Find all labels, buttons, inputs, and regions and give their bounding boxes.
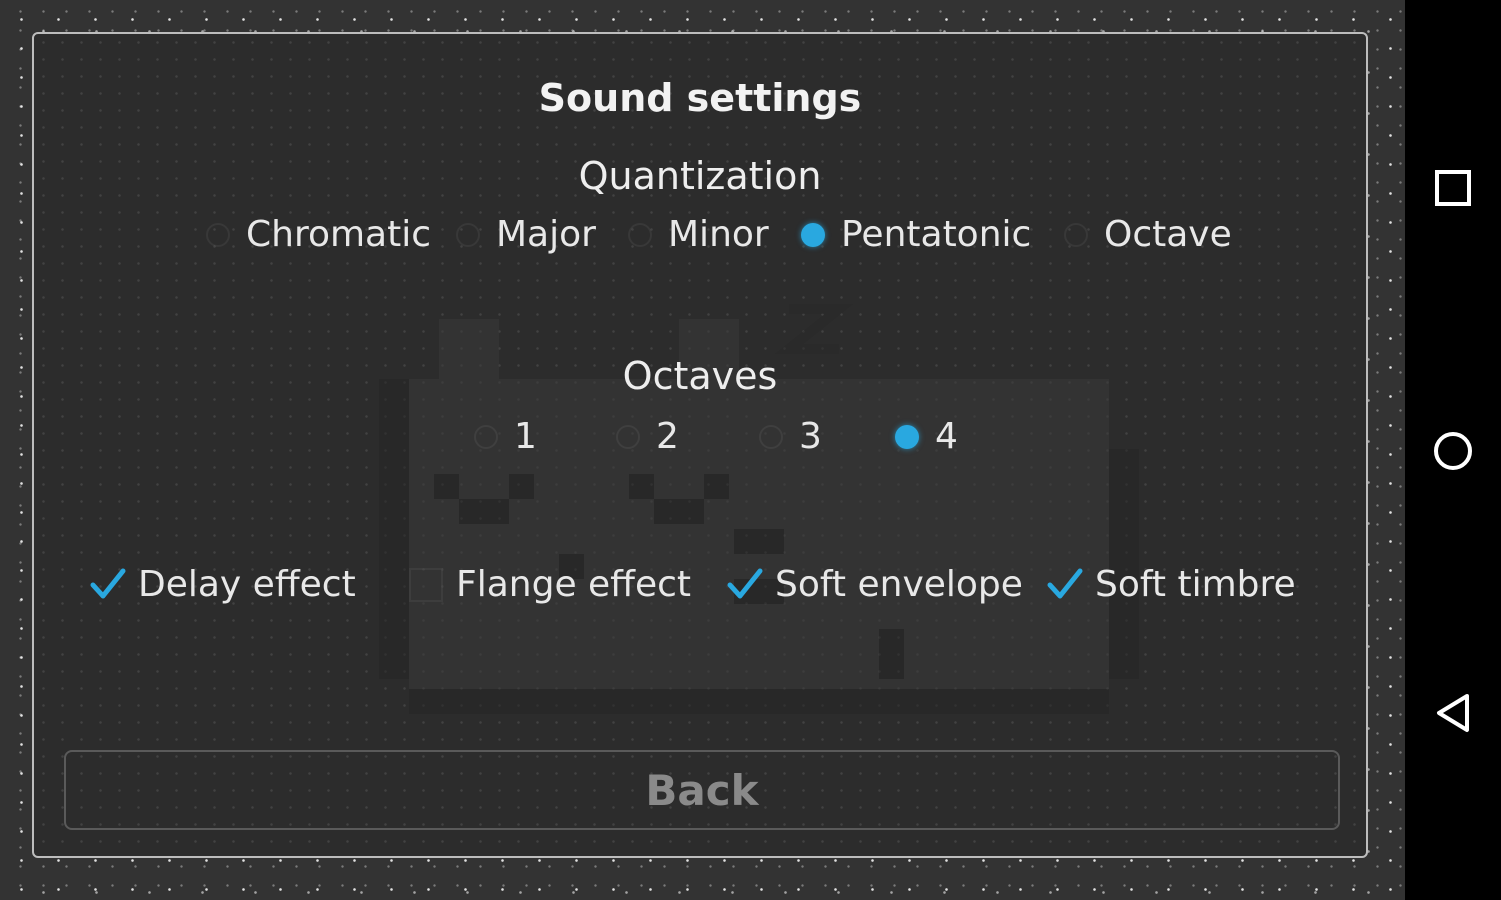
app-background: Sound settings Quantization Chromatic Ma… <box>0 0 1405 900</box>
quantization-label: Quantization <box>578 154 822 198</box>
radio-unchecked-icon <box>616 424 640 449</box>
octaves-option-2[interactable]: 2 <box>616 416 679 457</box>
radio-checked-icon <box>895 424 919 449</box>
checkbox-label: Soft envelope <box>775 564 1023 605</box>
quantization-option-chromatic[interactable]: Chromatic <box>206 214 431 255</box>
quantization-option-major[interactable]: Major <box>456 214 596 255</box>
radio-unchecked-icon <box>206 222 230 247</box>
radio-label: 3 <box>799 416 822 457</box>
radio-label: Chromatic <box>246 214 432 255</box>
checkbox-label: Delay effect <box>138 564 356 605</box>
recent-apps-icon <box>1435 170 1471 206</box>
recent-apps-button[interactable] <box>1433 168 1473 208</box>
sound-settings-dialog: Sound settings Quantization Chromatic Ma… <box>32 32 1368 858</box>
radio-label: 4 <box>935 416 958 457</box>
radio-label: Octave <box>1104 214 1232 255</box>
octaves-option-1[interactable]: 1 <box>474 416 537 457</box>
radio-label: Pentatonic <box>841 214 1032 255</box>
flange-effect-checkbox[interactable]: Flange effect <box>406 564 691 605</box>
soft-envelope-checkbox[interactable]: Soft envelope <box>725 564 1023 605</box>
checkmark-icon <box>90 568 126 598</box>
home-button[interactable] <box>1433 431 1473 471</box>
octaves-option-4[interactable]: 4 <box>895 416 958 457</box>
radio-label: Minor <box>668 214 769 255</box>
radio-checked-icon <box>801 222 825 247</box>
quantization-option-pentatonic[interactable]: Pentatonic <box>801 214 1031 255</box>
system-navigation-bar <box>1405 0 1501 900</box>
quantization-option-octave[interactable]: Octave <box>1064 214 1232 255</box>
radio-unchecked-icon <box>1064 222 1088 247</box>
quantization-option-minor[interactable]: Minor <box>628 214 769 255</box>
radio-unchecked-icon <box>456 222 480 247</box>
unchecked-box-icon <box>409 567 443 602</box>
checkbox-label: Soft timbre <box>1095 564 1296 605</box>
radio-label: 1 <box>514 416 537 457</box>
soft-timbre-checkbox[interactable]: Soft timbre <box>1045 564 1296 605</box>
back-icon <box>1437 694 1469 732</box>
checkbox-label: Flange effect <box>456 564 692 605</box>
checkmark-icon <box>1047 568 1083 598</box>
dialog-title: Sound settings <box>538 76 862 120</box>
checkmark-icon <box>727 568 763 598</box>
radio-label: Major <box>496 214 596 255</box>
octaves-label: Octaves <box>622 354 778 398</box>
back-button[interactable]: Back <box>64 750 1340 830</box>
radio-label: 2 <box>656 416 679 457</box>
octaves-option-3[interactable]: 3 <box>759 416 822 457</box>
back-nav-button[interactable] <box>1433 693 1473 733</box>
radio-unchecked-icon <box>628 222 652 247</box>
radio-unchecked-icon <box>474 424 498 449</box>
delay-effect-checkbox[interactable]: Delay effect <box>88 564 356 605</box>
home-icon <box>1434 432 1472 470</box>
radio-unchecked-icon <box>759 424 783 449</box>
